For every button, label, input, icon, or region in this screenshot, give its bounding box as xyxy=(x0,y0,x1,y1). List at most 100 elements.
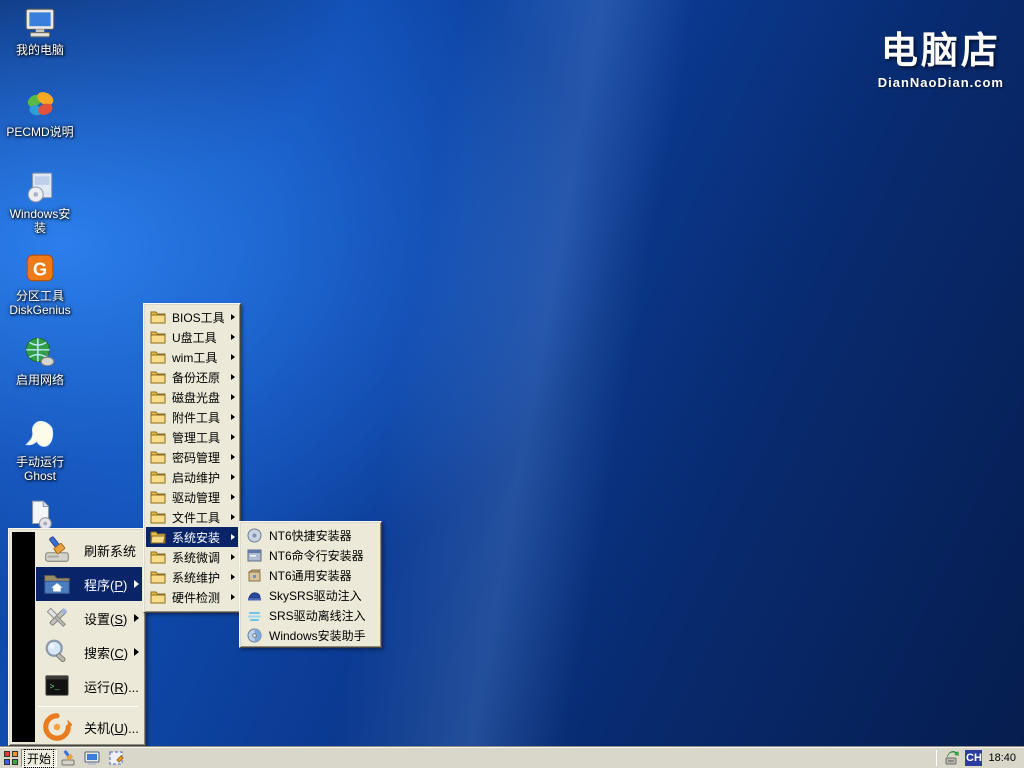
diskgenius-icon: G xyxy=(23,252,57,286)
install-item-skysrs-inject[interactable]: SkySRS驱动注入 xyxy=(242,585,379,605)
folder-icon xyxy=(150,330,166,344)
tray-clock[interactable]: 18:40 xyxy=(988,752,1020,764)
programs-submenu: BIOS工具 U盘工具 wim工具 备份还原 磁盘光盘 附件工具 管理工具 密码… xyxy=(143,303,241,613)
submenu-arrow-icon xyxy=(134,580,139,588)
windows-install-assistant-icon xyxy=(247,628,262,643)
desktop-icon-manual-ghost[interactable]: 手动运行 Ghost xyxy=(4,418,76,483)
start-button[interactable]: 开始 xyxy=(21,749,57,767)
submenu-arrow-icon xyxy=(231,334,235,340)
desktop-icon-label2: Ghost xyxy=(4,469,76,483)
submenu-arrow-icon xyxy=(231,414,235,420)
desktop-icon-my-computer[interactable]: 我的电脑 xyxy=(4,6,76,57)
brand-logo-title: 电脑店 xyxy=(878,20,1004,74)
quicklaunch-display-icon[interactable] xyxy=(84,750,100,766)
shutdown-icon xyxy=(42,712,72,742)
submenu-arrow-icon xyxy=(231,434,235,440)
install-item-windows-assistant[interactable]: Windows安装助手 xyxy=(242,625,379,645)
start-menu-item-settings[interactable]: 设置(S) xyxy=(36,601,142,635)
install-item-nt6-cmdline[interactable]: NT6命令行安装器 xyxy=(242,545,379,565)
programs-item-system-install[interactable]: 系统安装 xyxy=(146,527,238,547)
programs-item-boot-maintenance[interactable]: 启动维护 xyxy=(146,467,238,487)
programs-folder-icon xyxy=(42,569,72,599)
programs-item-driver-tools[interactable]: 驱动管理 xyxy=(146,487,238,507)
brand-logo-subtitle: DianNaoDian.com xyxy=(878,75,1004,90)
quicklaunch-refresh-icon[interactable] xyxy=(60,750,76,766)
my-computer-icon xyxy=(23,6,57,40)
submenu-arrow-icon xyxy=(231,534,235,540)
programs-item-admin-tools[interactable]: 管理工具 xyxy=(146,427,238,447)
system-tray: CH 18:40 xyxy=(936,747,1020,768)
install-item-nt6-quick[interactable]: NT6快捷安装器 xyxy=(242,525,379,545)
folder-icon xyxy=(150,550,166,564)
folder-icon xyxy=(150,370,166,384)
start-menu-item-run[interactable]: >_ 运行(R)... xyxy=(36,669,142,703)
start-menu-item-programs[interactable]: 程序(P) xyxy=(36,567,142,601)
programs-item-password-tools[interactable]: 密码管理 xyxy=(146,447,238,467)
submenu-arrow-icon xyxy=(134,614,139,622)
nt6-universal-installer-icon xyxy=(247,568,262,583)
submenu-arrow-icon xyxy=(231,494,235,500)
desktop-icon-label2: DiskGenius xyxy=(4,303,76,317)
folder-icon xyxy=(150,310,166,324)
start-grid-icon[interactable] xyxy=(4,751,18,765)
desktop-icon-label: 启用网络 xyxy=(4,373,76,387)
start-menu-item-label: 设置(S) xyxy=(84,609,127,628)
svg-text:G: G xyxy=(33,259,47,279)
programs-item-disk-cd[interactable]: 磁盘光盘 xyxy=(146,387,238,407)
network-globe-icon xyxy=(23,336,57,370)
desktop-icon-label: 分区工具 xyxy=(4,289,76,303)
folder-icon xyxy=(150,470,166,484)
start-menu-item-label: 运行(R)... xyxy=(84,677,139,696)
taskbar: 开始 CH 18:40 xyxy=(0,746,1024,768)
folder-icon xyxy=(150,590,166,604)
settings-tools-icon xyxy=(42,603,72,633)
folder-icon xyxy=(150,450,166,464)
start-button-label: 开始 xyxy=(25,750,53,767)
start-menu-item-refresh-system[interactable]: 刷新系统 xyxy=(36,533,142,567)
start-menu: 刷新系统 程序(P) 设置(S) 搜索(C) >_ xyxy=(8,528,146,746)
install-item-nt6-universal[interactable]: NT6通用安装器 xyxy=(242,565,379,585)
start-menu-item-shutdown[interactable]: 关机(U)... xyxy=(36,710,142,744)
programs-item-system-tweak[interactable]: 系统微调 xyxy=(146,547,238,567)
submenu-arrow-icon xyxy=(231,554,235,560)
folder-icon xyxy=(150,490,166,504)
folder-open-icon xyxy=(150,530,166,544)
desktop-icon-label: 手动运行 xyxy=(4,455,76,469)
programs-item-bios-tools[interactable]: BIOS工具 xyxy=(146,307,238,327)
desktop-icon-enable-network[interactable]: 启用网络 xyxy=(4,336,76,387)
desktop-icon-pecmd-readme[interactable]: PECMD说明 xyxy=(4,88,76,139)
programs-item-file-tools[interactable]: 文件工具 xyxy=(146,507,238,527)
safely-remove-hardware-icon[interactable] xyxy=(943,750,959,766)
desktop-icon-label: PECMD说明 xyxy=(4,125,76,139)
desktop-icon-diskgenius[interactable]: G 分区工具 DiskGenius xyxy=(4,252,76,317)
programs-item-backup-restore[interactable]: 备份还原 xyxy=(146,367,238,387)
programs-item-system-maintenance[interactable]: 系统维护 xyxy=(146,567,238,587)
refresh-system-icon xyxy=(42,535,72,565)
tray-divider xyxy=(936,750,937,766)
install-item-srs-offline[interactable]: SRS驱动离线注入 xyxy=(242,605,379,625)
start-menu-item-search[interactable]: 搜索(C) xyxy=(36,635,142,669)
input-language-indicator[interactable]: CH xyxy=(965,750,982,766)
programs-item-hardware-detect[interactable]: 硬件检测 xyxy=(146,587,238,607)
programs-item-accessory-tools[interactable]: 附件工具 xyxy=(146,407,238,427)
start-menu-item-label: 刷新系统 xyxy=(84,541,136,560)
desktop-icon-windows-install[interactable]: Windows安装 xyxy=(4,170,76,235)
folder-icon xyxy=(150,430,166,444)
desktop-icon-label: Windows安装 xyxy=(4,207,76,235)
system-install-submenu: NT6快捷安装器 NT6命令行安装器 NT6通用安装器 SkySRS驱动注入 S… xyxy=(239,521,382,648)
pecmd-butterfly-icon xyxy=(23,88,57,122)
quicklaunch-capture-icon[interactable] xyxy=(108,750,124,766)
folder-icon xyxy=(150,570,166,584)
folder-icon xyxy=(150,390,166,404)
skysrs-driver-icon xyxy=(247,588,262,603)
document-disc-icon xyxy=(23,498,57,532)
nt6-cmdline-installer-icon xyxy=(247,548,262,563)
svg-text:>_: >_ xyxy=(50,682,61,692)
run-terminal-icon: >_ xyxy=(42,671,72,701)
ghost-icon xyxy=(23,418,57,452)
submenu-arrow-icon xyxy=(231,474,235,480)
installer-box-disc-icon xyxy=(23,170,57,204)
start-menu-item-label: 程序(P) xyxy=(84,575,127,594)
programs-item-usb-tools[interactable]: U盘工具 xyxy=(146,327,238,347)
programs-item-wim-tools[interactable]: wim工具 xyxy=(146,347,238,367)
